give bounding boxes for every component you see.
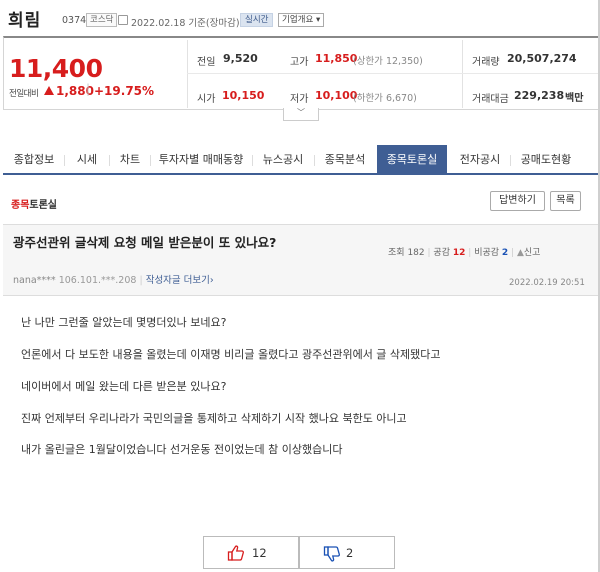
market-badge: 코스닥: [86, 13, 118, 27]
post-body-line: 난 나만 그런줄 알았는데 몇명더있나 보네요?: [21, 316, 227, 329]
price-diff-percent: +19.75%: [94, 84, 155, 98]
author-line: nana**** 106.101.***.208 | 작성자글 더보기›: [13, 275, 214, 286]
views-label: 조회: [388, 248, 405, 258]
amount-unit: 백만: [565, 93, 584, 104]
tab-summary[interactable]: 종합정보: [8, 145, 60, 175]
post-body-line: 언론에서 다 보도한 내용을 올렸는데 이재명 비리글 올렸다고 광주선관위에서…: [21, 348, 441, 361]
views-count: 182: [407, 248, 425, 258]
volume-label: 거래량: [472, 57, 500, 68]
tab-disclosure[interactable]: 전자공시: [452, 145, 508, 175]
tab-short-selling[interactable]: 공매도현황: [514, 145, 578, 175]
tab-news[interactable]: 뉴스공시: [256, 145, 310, 175]
company-overview-button[interactable]: 기업개요 ▾: [278, 13, 325, 27]
prev-diff-label: 전일대비: [9, 89, 39, 99]
expand-toggle[interactable]: ﹀: [283, 108, 319, 121]
board-title-rest: 토론실: [29, 200, 58, 211]
author-nick[interactable]: nana****: [13, 275, 56, 286]
chevron-right-icon: ›: [209, 275, 214, 286]
post-body-line: 내가 올린글은 1월달이었습니다 선거운동 전이었는데 참 이상했습니다: [21, 443, 343, 456]
realtime-button[interactable]: 실시간: [240, 13, 274, 27]
divider: [462, 40, 463, 108]
tab-separator: [314, 155, 315, 166]
reply-button[interactable]: 답변하기: [490, 191, 545, 211]
dislike-button[interactable]: 2: [299, 536, 395, 569]
like-button[interactable]: 12: [203, 536, 299, 569]
board-title: 종목토론실: [11, 196, 57, 211]
amount-label: 거래대금: [472, 94, 509, 105]
siren-icon: ▲: [516, 248, 524, 258]
tab-separator: [252, 155, 253, 166]
low-label: 저가: [290, 94, 309, 105]
likes-count: 12: [452, 248, 466, 258]
post-body-line: 네이버에서 메일 왔는데 다른 받은분 있나요?: [21, 380, 227, 393]
upper-limit: (상한가 12,350): [353, 56, 423, 67]
post-title: 광주선관위 글삭제 요청 메일 받은분이 또 있나요?: [13, 235, 277, 250]
dislike-count: 2: [346, 546, 354, 560]
tab-separator: [64, 155, 65, 166]
more-posts-link[interactable]: 작성자글 더보기: [146, 275, 210, 286]
lower-limit: (하한가 6,670): [353, 93, 417, 104]
current-price: 11,400: [9, 54, 103, 83]
diff-separator: |: [86, 82, 91, 96]
post-date: 2022.02.19 20:51: [509, 278, 585, 288]
tab-separator: [150, 155, 151, 166]
board-title-em: 종목: [11, 200, 30, 211]
dislikes-count: 2: [501, 248, 509, 258]
open-value: 10,150: [222, 89, 265, 102]
author-ip: 106.101.***.208: [58, 275, 137, 286]
stock-name: 희림: [8, 11, 42, 31]
tab-discussion[interactable]: 종목토론실: [377, 145, 447, 175]
open-label: 시가: [197, 94, 216, 105]
date-reference: 2022.02.18 기준(장마감): [131, 18, 240, 29]
post-body-line: 진짜 언제부터 우리나라가 국민의글을 통제하고 삭제하기 시작 했나요 북한도…: [21, 412, 407, 425]
dislikes-label: 비공감: [474, 248, 500, 258]
amount-value: 229,238: [514, 89, 565, 102]
post-stats: 조회 182 | 공감 12 | 비공감 2 | ▲신고: [388, 248, 541, 258]
high-value: 11,850: [315, 52, 358, 65]
volume-value: 20,507,274: [507, 52, 577, 65]
tab-chart[interactable]: 차트: [112, 145, 148, 175]
likes-label: 공감: [433, 248, 450, 258]
tab-separator: [109, 155, 110, 166]
report-link[interactable]: 신고: [524, 248, 541, 258]
tab-investor-trading[interactable]: 투자자별 매매동향: [153, 145, 249, 175]
thumbs-down-icon: [323, 546, 340, 562]
tab-analysis[interactable]: 종목분석: [318, 145, 372, 175]
thumbs-up-icon: [227, 545, 244, 561]
clock-icon: [118, 15, 128, 25]
high-label: 고가: [290, 57, 309, 68]
up-triangle-icon: [44, 86, 54, 95]
prev-close-value: 9,520: [223, 52, 258, 65]
tab-price[interactable]: 시세: [68, 145, 106, 175]
chevron-down-icon: ﹀: [297, 108, 305, 117]
divider: [187, 73, 598, 74]
divider: [187, 40, 188, 108]
low-value: 10,100: [315, 89, 358, 102]
list-button[interactable]: 목록: [550, 191, 581, 211]
tab-separator: [510, 155, 511, 166]
prev-close-label: 전일: [197, 57, 216, 68]
like-count: 12: [252, 546, 267, 560]
